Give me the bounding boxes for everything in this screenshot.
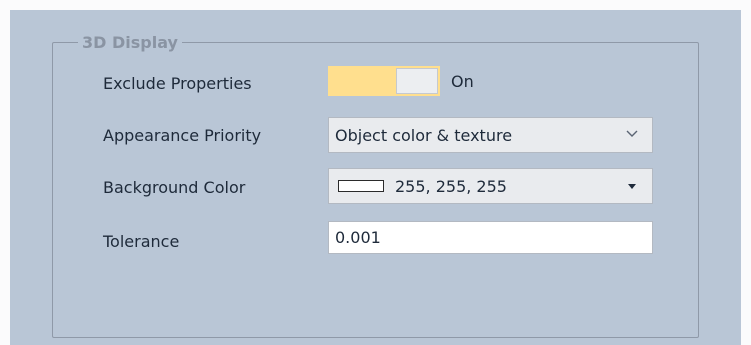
appearance-priority-value: Object color & texture <box>335 126 513 145</box>
caret-down-icon[interactable] <box>628 184 636 189</box>
color-swatch <box>338 180 384 192</box>
group-title: 3D Display <box>78 33 182 53</box>
chevron-down-icon[interactable] <box>626 127 638 141</box>
exclude-properties-label: Exclude Properties <box>103 74 252 93</box>
exclude-properties-toggle[interactable] <box>328 66 440 96</box>
tolerance-field-container <box>328 221 653 254</box>
tolerance-input[interactable] <box>329 222 652 253</box>
tolerance-label: Tolerance <box>103 232 180 251</box>
toggle-knob[interactable] <box>396 68 438 94</box>
toggle-state-text: On <box>451 72 474 91</box>
background-color-picker[interactable]: 255, 255, 255 <box>328 168 653 204</box>
background-color-value: 255, 255, 255 <box>395 177 507 196</box>
appearance-priority-dropdown[interactable]: Object color & texture <box>328 117 653 153</box>
appearance-priority-label: Appearance Priority <box>103 126 262 145</box>
background-color-label: Background Color <box>103 178 246 197</box>
